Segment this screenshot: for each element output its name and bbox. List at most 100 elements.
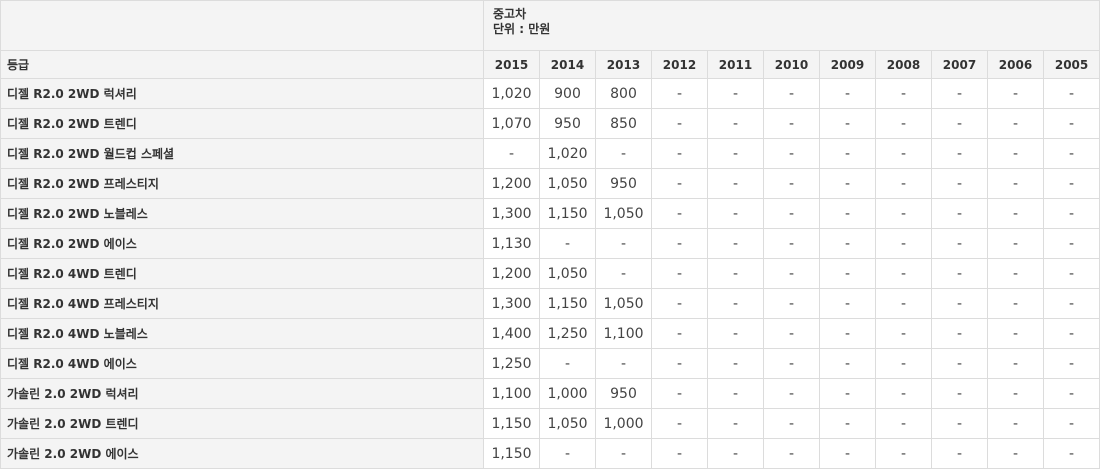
grade-cell: 디젤 R2.0 2WD 트렌디 (0, 108, 484, 139)
price-cell: - (483, 138, 540, 169)
price-cell: - (651, 108, 708, 139)
table-row: 가솔린 2.0 2WD 에이스 1,150- - - - - - - - - - (0, 438, 1101, 469)
price-cell: - (987, 348, 1044, 379)
price-cell: 1,050 (539, 168, 596, 199)
price-cell: - (707, 408, 764, 439)
price-cell: - (595, 258, 652, 289)
price-cell: 1,300 (483, 288, 540, 319)
price-cell: 1,250 (483, 348, 540, 379)
price-cell: - (707, 288, 764, 319)
price-cell: - (875, 438, 932, 469)
price-cell: 1,100 (483, 378, 540, 409)
price-cell: - (931, 408, 988, 439)
year-header: 2008 (875, 50, 932, 79)
price-cell: 1,020 (483, 78, 540, 109)
price-cell: - (987, 78, 1044, 109)
price-cell: - (539, 228, 596, 259)
table-row: 디젤 R2.0 4WD 프레스티지 1,300 1,150 1,050- - - - - - - - (0, 288, 1101, 319)
price-cell: - (931, 348, 988, 379)
price-cell: - (987, 138, 1044, 169)
price-cell: - (651, 408, 708, 439)
price-cell: - (595, 438, 652, 469)
grade-cell: 디젤 R2.0 2WD 노블레스 (0, 198, 484, 229)
price-cell: - (651, 288, 708, 319)
price-cell: - (819, 108, 876, 139)
table-row: 디젤 R2.0 4WD 에이스 1,250- - - - - - - - - - (0, 348, 1101, 379)
price-cell: - (819, 348, 876, 379)
price-cell: - (1042, 198, 1101, 229)
price-cell: 1,070 (483, 108, 540, 139)
price-cell: 1,000 (539, 378, 596, 409)
price-cell: - (875, 138, 932, 169)
table-row: 디젤 R2.0 4WD 트렌디 1,200 1,050- - - - - - - - - (0, 258, 1101, 289)
price-cell: - (875, 288, 932, 319)
price-cell: - (1042, 318, 1101, 349)
price-cell: - (875, 198, 932, 229)
year-header: 2011 (707, 50, 764, 79)
price-cell: - (819, 438, 876, 469)
price-cell: - (651, 318, 708, 349)
price-cell: - (931, 228, 988, 259)
table-row: 디젤 R2.0 2WD 트렌디 1,070 950 850- - - - - - - - (0, 108, 1101, 139)
year-header: 2007 (931, 50, 988, 79)
price-cell: 800 (595, 78, 652, 109)
price-cell: 1,000 (595, 408, 652, 439)
price-cell: - (987, 408, 1044, 439)
price-cell: 1,400 (483, 318, 540, 349)
price-cell: - (875, 78, 932, 109)
price-cell: - (1042, 378, 1101, 409)
table-title: 중고차 (493, 7, 527, 21)
year-header: 2006 (987, 50, 1044, 79)
price-cell: - (651, 378, 708, 409)
price-cell: - (819, 168, 876, 199)
price-cell: - (595, 348, 652, 379)
price-cell: - (707, 258, 764, 289)
price-cell: - (987, 228, 1044, 259)
table-title-cell: 중고차 단위 : 만원 (482, 0, 1101, 51)
price-cell: - (651, 438, 708, 469)
grade-cell: 디젤 R2.0 4WD 에이스 (0, 348, 484, 379)
price-cell: - (819, 408, 876, 439)
table-header-row: 등급 2015 2014 2013 2012 2011 2010 2009 2008 2007 2… (0, 50, 1101, 79)
price-cell: - (875, 108, 932, 139)
price-cell: - (1042, 438, 1101, 469)
price-cell: - (875, 408, 932, 439)
price-cell: - (875, 318, 932, 349)
grade-cell: 디젤 R2.0 4WD 노블레스 (0, 318, 484, 349)
price-cell: - (763, 78, 820, 109)
price-cell: - (875, 228, 932, 259)
price-cell: - (763, 408, 820, 439)
price-cell: - (763, 378, 820, 409)
price-cell: - (1042, 408, 1101, 439)
price-cell: 1,050 (595, 288, 652, 319)
price-cell: - (875, 348, 932, 379)
price-cell: - (707, 198, 764, 229)
price-cell: - (987, 378, 1044, 409)
price-cell: - (707, 348, 764, 379)
price-cell: 850 (595, 108, 652, 139)
price-cell: - (1042, 138, 1101, 169)
price-cell: 950 (539, 108, 596, 139)
price-cell: - (763, 438, 820, 469)
price-cell: - (987, 438, 1044, 469)
price-cell: 950 (595, 378, 652, 409)
price-cell: 1,150 (483, 408, 540, 439)
grade-cell: 디젤 R2.0 4WD 트렌디 (0, 258, 484, 289)
year-header: 2012 (651, 50, 708, 79)
price-cell: - (707, 438, 764, 469)
year-header: 2013 (595, 50, 652, 79)
price-cell: - (763, 318, 820, 349)
price-cell: 1,200 (483, 258, 540, 289)
price-cell: - (1042, 228, 1101, 259)
price-cell: - (931, 198, 988, 229)
price-cell: - (819, 138, 876, 169)
grade-cell: 디젤 R2.0 4WD 프레스티지 (0, 288, 484, 319)
price-cell: - (763, 348, 820, 379)
price-cell: 1,020 (539, 138, 596, 169)
price-cell: 1,150 (483, 438, 540, 469)
price-cell: - (875, 258, 932, 289)
price-cell: - (875, 168, 932, 199)
price-cell: - (1042, 348, 1101, 379)
price-cell: - (651, 228, 708, 259)
price-cell: - (651, 138, 708, 169)
